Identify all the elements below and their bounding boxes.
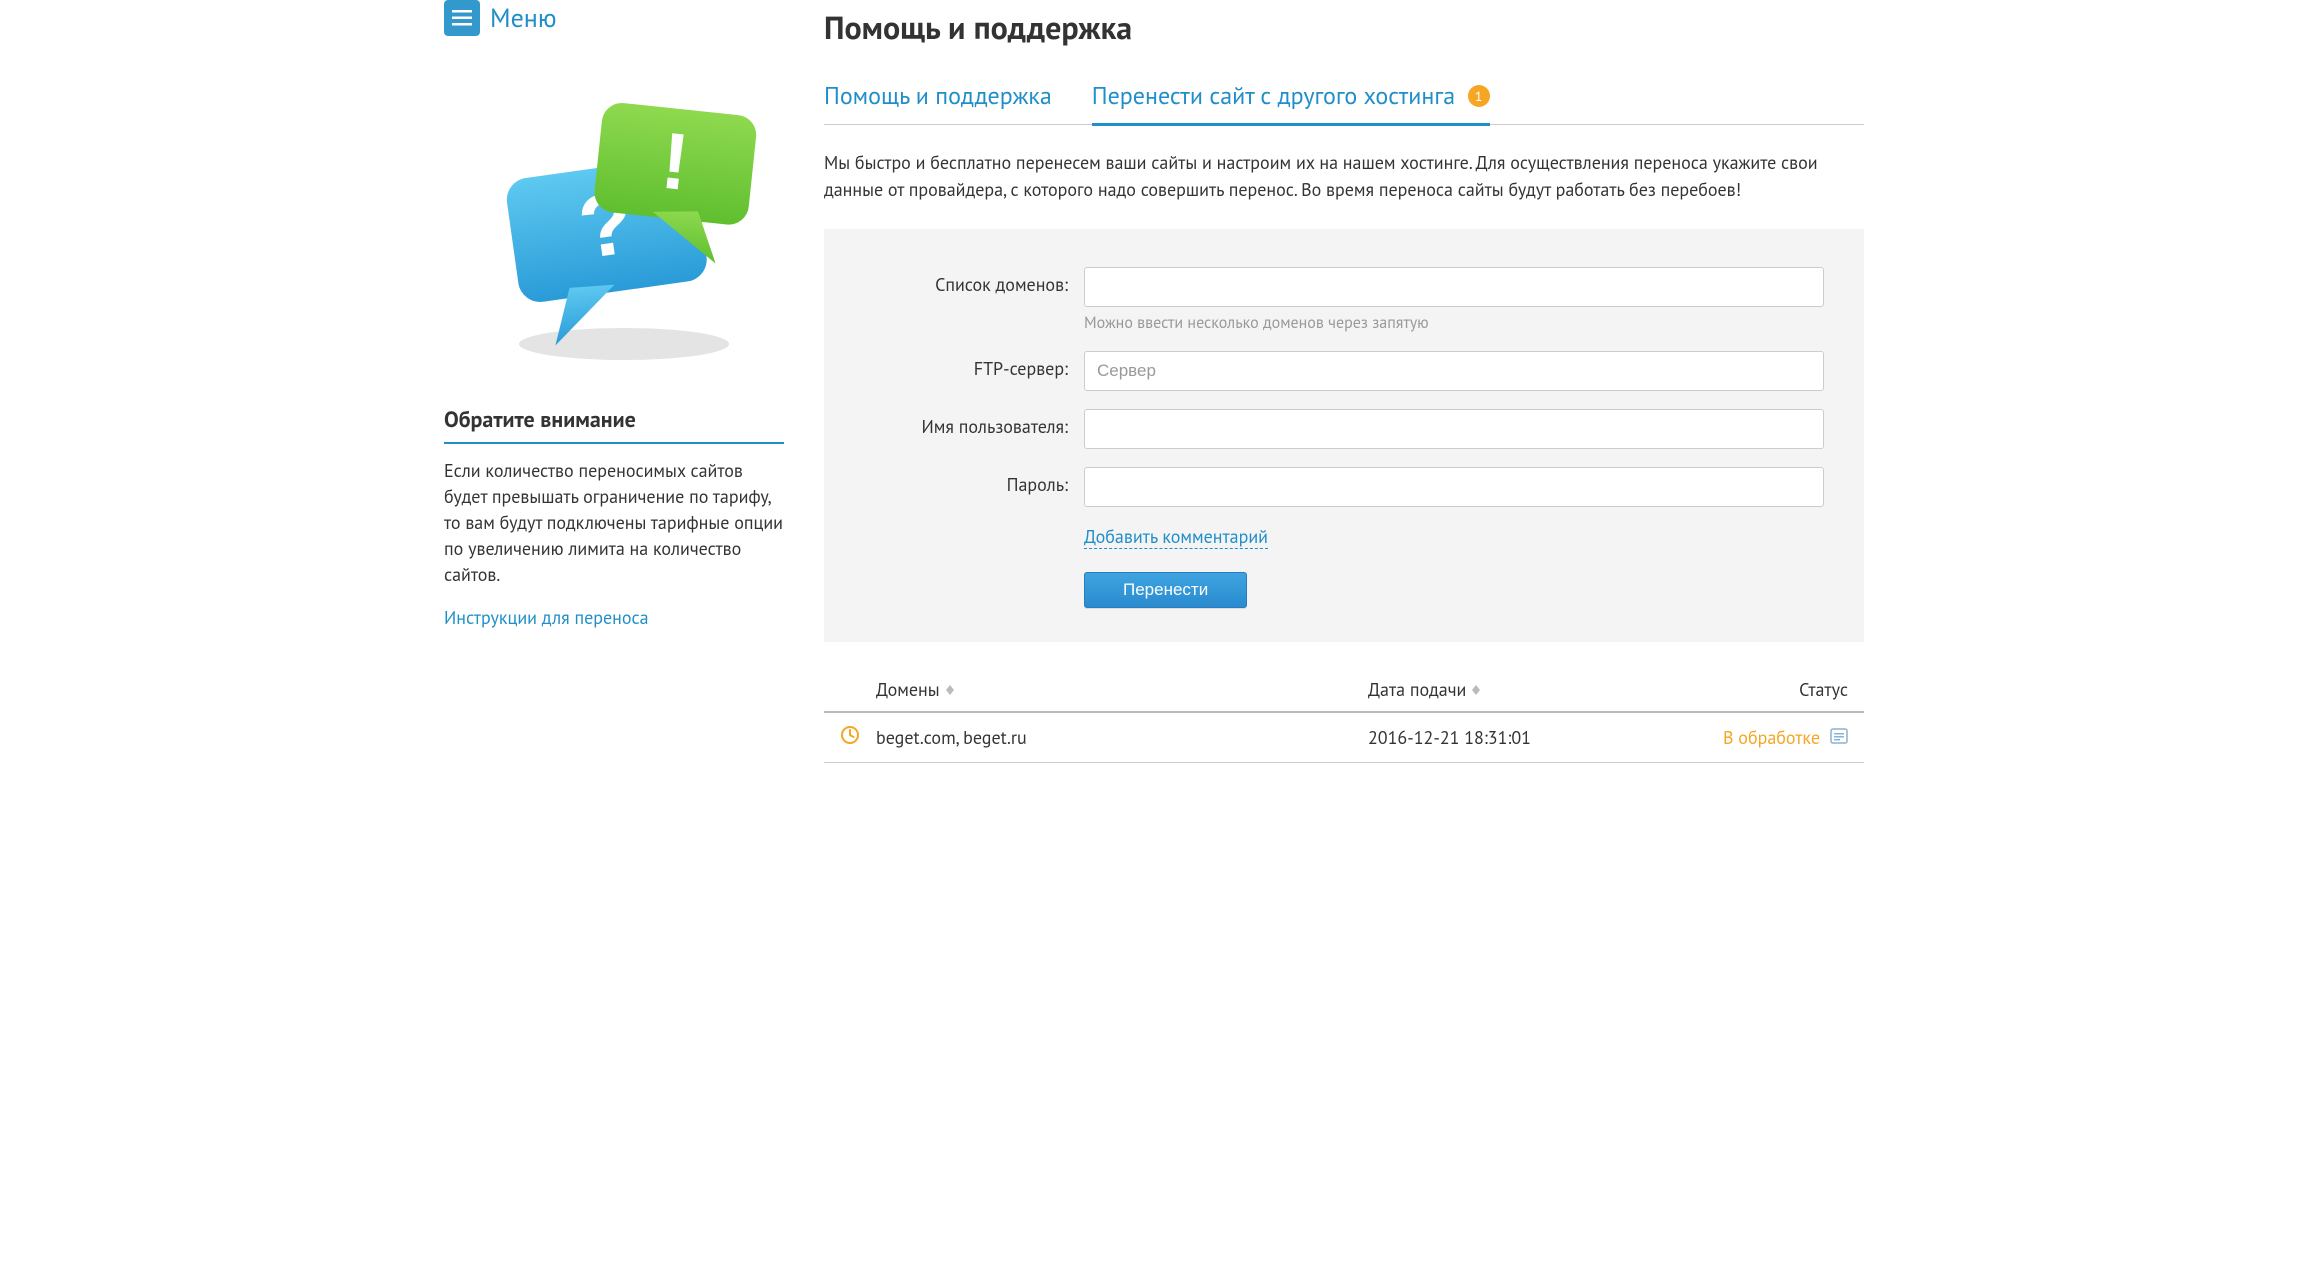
divider [444,442,784,444]
status-badge: В обработке [1723,726,1820,749]
table-row[interactable]: beget.com, beget.ru 2016-12-21 18:31:01 … [824,713,1864,763]
add-comment-link[interactable]: Добавить комментарий [1084,525,1268,549]
tab-support[interactable]: Помощь и поддержка [824,74,1052,123]
clock-icon [840,725,876,750]
username-label: Имя пользователя: [864,409,1084,438]
domains-input[interactable] [1084,267,1824,307]
password-input[interactable] [1084,467,1824,507]
col-header-status: Статус [1648,678,1848,701]
cell-date: 2016-12-21 18:31:01 [1368,726,1648,749]
submit-button[interactable]: Перенести [1084,572,1247,608]
cell-domains: beget.com, beget.ru [876,726,1368,749]
page-title: Помощь и поддержка [824,6,1864,48]
domains-hint: Можно ввести несколько доменов через зап… [1084,313,1824,333]
transfer-form: Список доменов: Можно ввести несколько д… [824,229,1864,642]
transfer-instructions-link[interactable]: Инструкции для переноса [444,606,649,629]
tab-transfer-label: Перенести сайт с другого хостинга [1092,80,1455,111]
notice-text: Если количество переносимых сайтов будет… [444,458,784,588]
tab-transfer[interactable]: Перенести сайт с другого хостинга 1 [1092,74,1490,126]
tab-badge: 1 [1468,85,1490,107]
intro-text: Мы быстро и бесплатно перенесем ваши сай… [824,149,1864,203]
password-label: Пароль: [864,467,1084,496]
sort-icon [946,685,954,695]
notice-title: Обратите внимание [444,406,784,434]
col-header-date[interactable]: Дата подачи [1368,678,1648,701]
ftp-input[interactable] [1084,351,1824,391]
domains-label: Список доменов: [864,267,1084,296]
details-icon[interactable] [1830,726,1848,749]
hamburger-icon [444,0,480,36]
sort-icon [1472,685,1480,695]
tabs: Помощь и поддержка Перенести сайт с друг… [824,74,1864,125]
col-header-domains[interactable]: Домены [876,678,1368,701]
requests-table: Домены Дата подачи Статус [824,668,1864,763]
username-input[interactable] [1084,409,1824,449]
menu-button[interactable]: Меню [444,0,784,36]
menu-label: Меню [490,2,557,35]
support-illustration: ? ! [474,66,774,366]
ftp-label: FTP-сервер: [864,351,1084,380]
